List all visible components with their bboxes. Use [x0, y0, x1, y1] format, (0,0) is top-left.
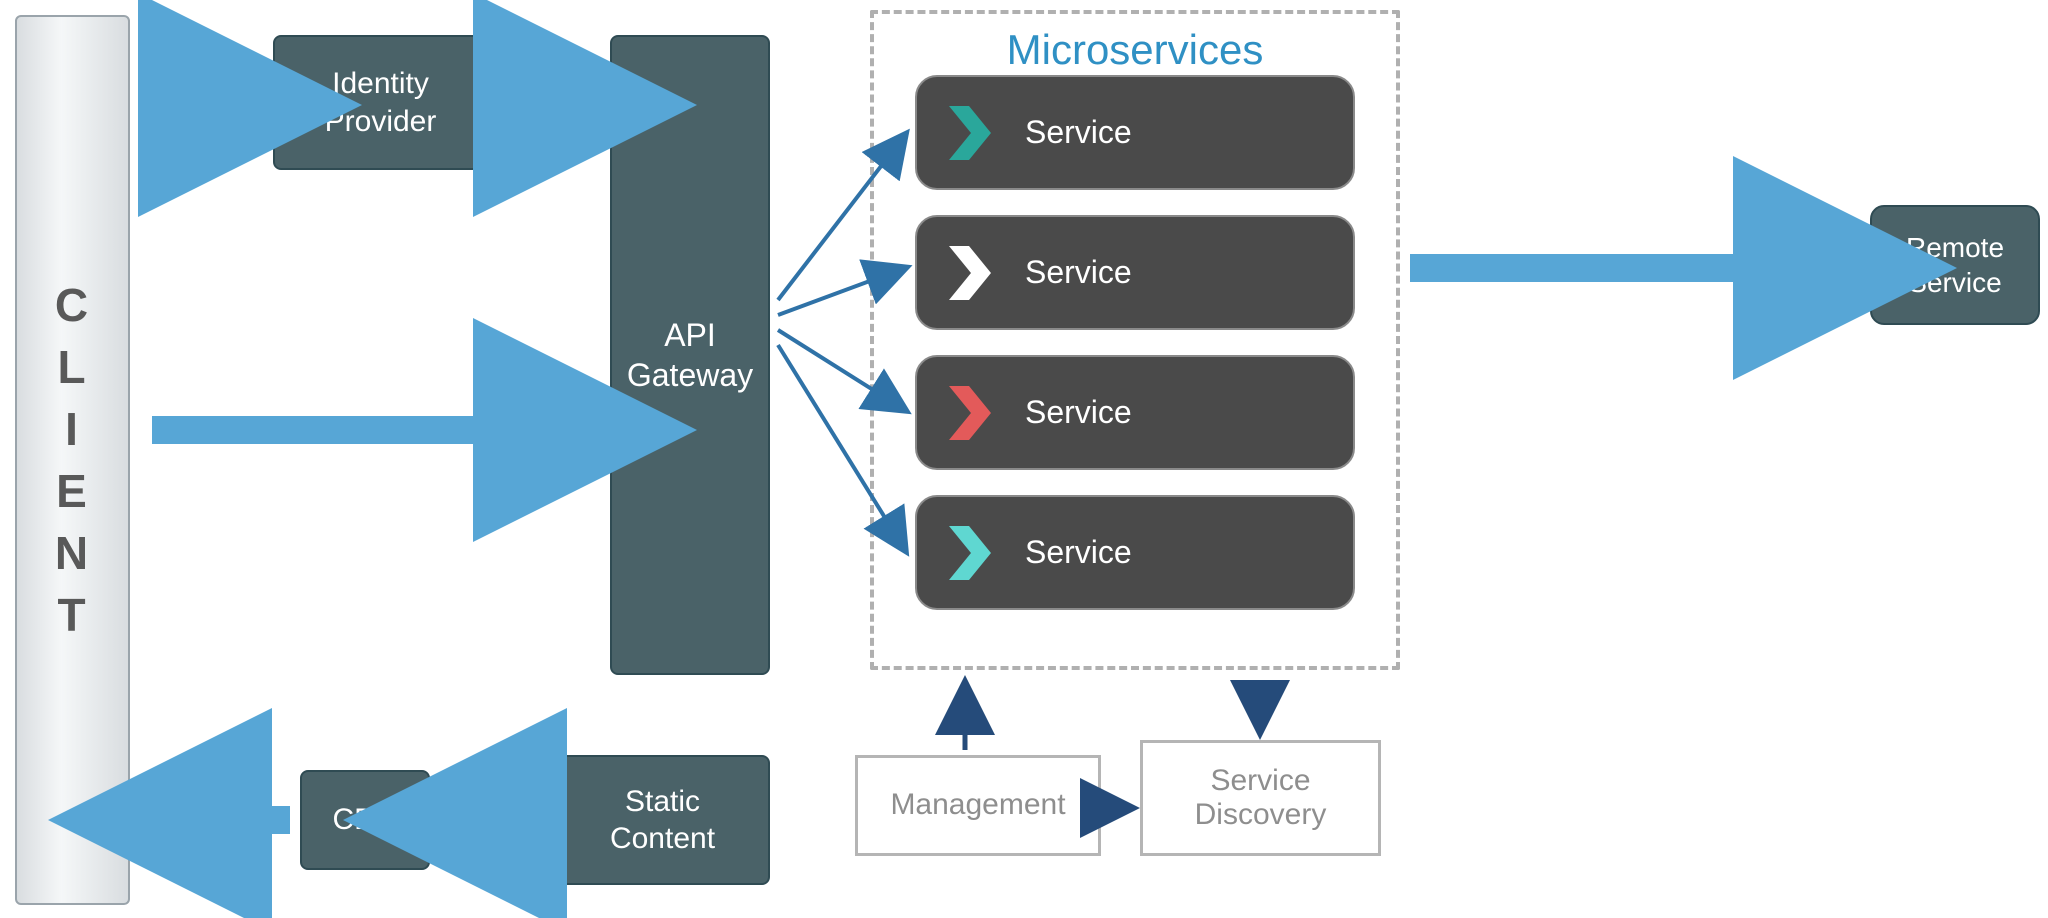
arrow-api-to-svc4 [778, 345, 905, 550]
arrow-api-to-svc3 [778, 330, 905, 410]
arrows-layer [0, 0, 2048, 918]
diagram-canvas: C L I E N T Identity Provider API Gatewa… [0, 0, 2048, 918]
